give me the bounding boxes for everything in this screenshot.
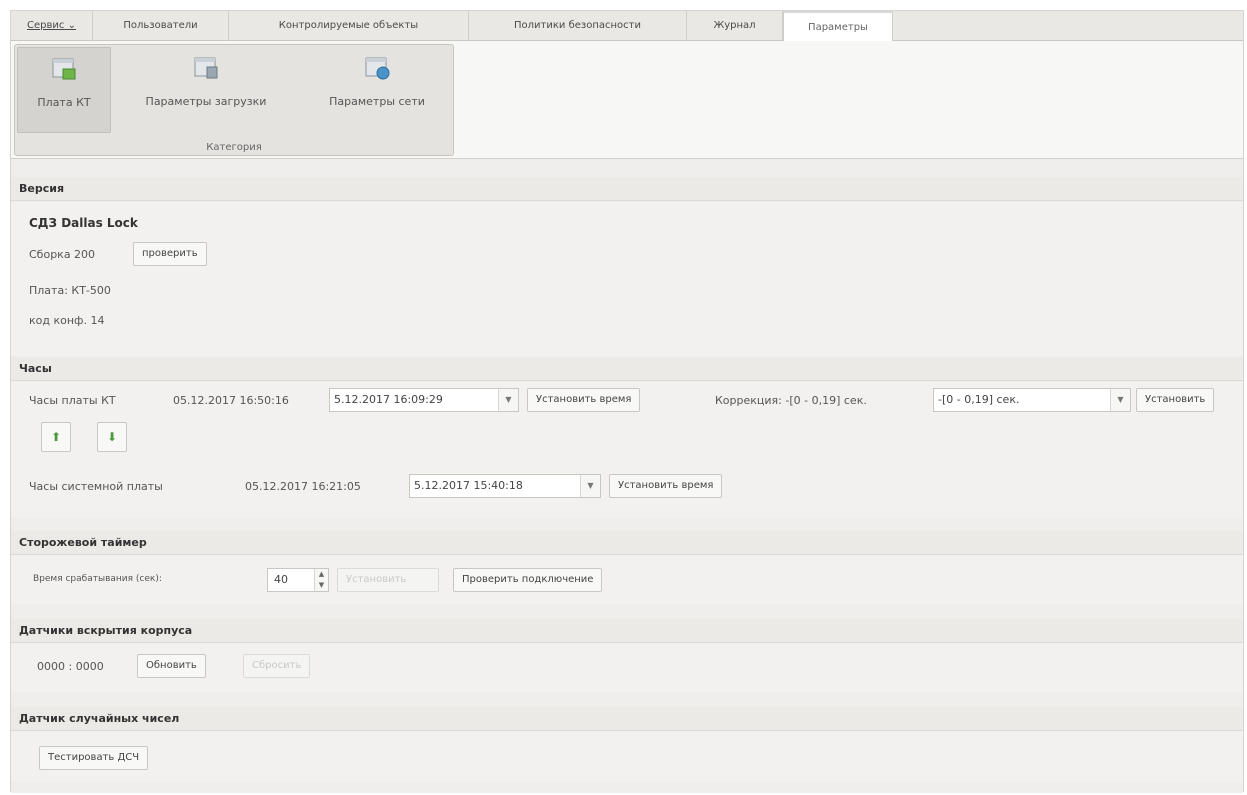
board-kt-button[interactable]: Плата КТ	[17, 47, 111, 133]
system-time-combo-value: 5.12.2017 15:40:18	[414, 479, 523, 492]
build-number: Сборка 200	[29, 248, 96, 261]
system-clock-time: 05.12.2017 16:21:05	[245, 480, 361, 493]
sensors-value: 0000 : 0000	[37, 660, 104, 673]
set-board-time-button[interactable]: Установить время	[527, 388, 641, 412]
chevron-down-icon: ⌄	[67, 20, 76, 31]
rng-section: Тестировать ДСЧ	[11, 732, 1243, 782]
watchdog-section: Время срабатывания (сек): 40 ▲ ▼ Установи…	[11, 556, 1243, 604]
tab-service-label: Сервис	[27, 20, 65, 31]
tab-service-menu[interactable]: Сервис ⌄	[11, 11, 93, 41]
system-clock-label: Часы системной платы	[29, 480, 163, 493]
spinner-arrows-icon[interactable]: ▲ ▼	[314, 569, 328, 591]
parameters-content: Версия СДЗ Dallas Lock Сборка 200 провер…	[11, 159, 1243, 793]
board-time-combo[interactable]: 5.12.2017 16:09:29 ▼	[329, 388, 519, 412]
clock-section: Часы платы КТ 05.12.2017 16:50:16 5.12.2…	[11, 382, 1243, 518]
boot-settings-icon	[194, 57, 218, 79]
tab-users[interactable]: Пользователи	[93, 11, 229, 41]
chevron-down-icon[interactable]: ▼	[580, 475, 600, 497]
version-section-title: Версия	[11, 177, 1243, 201]
refresh-sensors-button[interactable]: Обновить	[137, 654, 206, 678]
set-correction-button[interactable]: Установить	[1136, 388, 1215, 412]
arrow-up-icon: ⬆	[50, 430, 62, 444]
category-caption: Категория	[206, 142, 262, 153]
chevron-down-icon[interactable]: ▼	[1110, 389, 1130, 411]
config-code: код конф. 14	[29, 314, 105, 327]
network-settings-icon	[365, 57, 390, 80]
arrow-up-button[interactable]: ⬆	[41, 422, 71, 452]
set-watchdog-button[interactable]: Установить	[337, 568, 439, 592]
trigger-time-spinbox[interactable]: 40 ▲ ▼	[267, 568, 329, 592]
tab-parameters[interactable]: Параметры	[783, 11, 893, 42]
rng-section-title: Датчик случайных чисел	[11, 707, 1243, 731]
boot-parameters-button[interactable]: Параметры загрузки	[115, 47, 297, 133]
test-rng-button[interactable]: Тестировать ДСЧ	[39, 746, 149, 770]
tab-journal[interactable]: Журнал	[687, 11, 783, 41]
boot-parameters-label: Параметры загрузки	[145, 95, 267, 108]
version-section: СДЗ Dallas Lock Сборка 200 проверить Пла…	[11, 202, 1243, 356]
arrow-down-button[interactable]: ⬇	[97, 422, 127, 452]
chevron-down-icon[interactable]: ▼	[498, 389, 518, 411]
correction-label: Коррекция: -[0 - 0,19] сек.	[715, 394, 867, 407]
board-time-combo-value: 5.12.2017 16:09:29	[334, 393, 443, 406]
system-time-combo[interactable]: 5.12.2017 15:40:18 ▼	[409, 474, 601, 498]
app-window: Сервис ⌄ Пользователи Контролируемые объ…	[10, 10, 1244, 793]
check-connection-button[interactable]: Проверить подключение	[453, 568, 603, 592]
clock-section-title: Часы	[11, 357, 1243, 381]
trigger-time-label: Время срабатывания (сек):	[33, 574, 162, 584]
board-clock-label: Часы платы КТ	[29, 394, 116, 407]
tab-controlled-objects[interactable]: Контролируемые объекты	[229, 11, 469, 41]
board-kt-label: Плата КТ	[37, 96, 91, 109]
check-version-button[interactable]: проверить	[133, 242, 207, 266]
board-model: Плата: КТ-500	[29, 284, 111, 297]
sensors-section: 0000 : 0000 Обновить Сбросить	[11, 644, 1243, 692]
trigger-time-value: 40	[274, 573, 288, 586]
correction-combo-value: -[0 - 0,19] сек.	[938, 393, 1020, 406]
product-name: СДЗ Dallas Lock	[29, 216, 138, 230]
network-parameters-button[interactable]: Параметры сети	[303, 47, 451, 133]
sensors-section-title: Датчики вскрытия корпуса	[11, 619, 1243, 643]
arrow-down-icon: ⬇	[106, 430, 118, 444]
tab-security-policies[interactable]: Политики безопасности	[469, 11, 687, 41]
watchdog-section-title: Сторожевой таймер	[11, 531, 1243, 555]
board-clock-time: 05.12.2017 16:50:16	[173, 394, 289, 407]
set-system-time-button[interactable]: Установить время	[609, 474, 723, 498]
ribbon: Плата КТ Параметры загрузки Параметры се…	[11, 41, 1243, 159]
reset-sensors-button[interactable]: Сбросить	[243, 654, 311, 678]
category-group: Плата КТ Параметры загрузки Параметры се…	[14, 44, 454, 156]
tab-bar: Сервис ⌄ Пользователи Контролируемые объ…	[11, 11, 1243, 42]
correction-combo[interactable]: -[0 - 0,19] сек. ▼	[933, 388, 1131, 412]
board-icon	[52, 58, 76, 80]
network-parameters-label: Параметры сети	[329, 95, 425, 108]
